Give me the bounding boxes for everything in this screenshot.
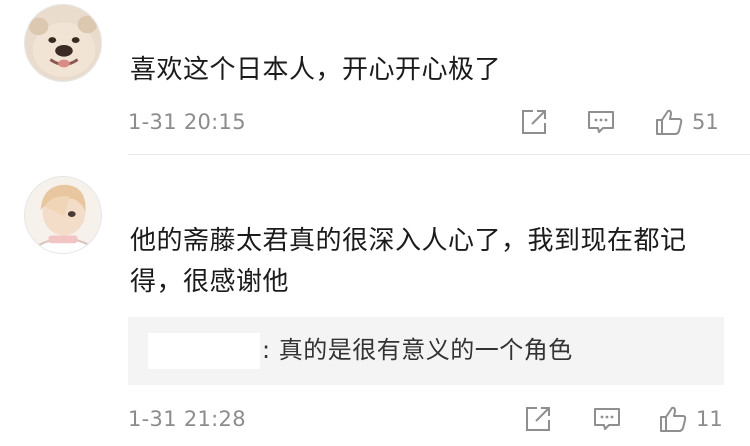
- reply-username-redacted: [148, 333, 260, 369]
- comment-text: 喜欢这个日本人，开心开心极了: [130, 55, 502, 85]
- comment-text: 他的斋藤太君真的很深入人心了，我到现在都记得，很感谢他: [130, 226, 687, 297]
- share-button[interactable]: [523, 402, 553, 436]
- reply-box[interactable]: : 真的是很有意义的一个角色: [128, 317, 724, 385]
- avatar[interactable]: [24, 4, 102, 82]
- comment-time: 1-31 20:15: [128, 110, 246, 134]
- comment-icon: [588, 111, 614, 133]
- comment-button[interactable]: [592, 402, 622, 436]
- thumbs-up-icon: [656, 109, 683, 135]
- comment-meta: 1-31 20:15 51: [128, 102, 750, 142]
- share-icon: [522, 110, 546, 134]
- avatar[interactable]: [24, 176, 102, 254]
- like-count: 51: [692, 110, 719, 134]
- share-icon: [526, 407, 550, 431]
- like-button[interactable]: 51: [654, 105, 719, 139]
- divider: [128, 154, 750, 155]
- comment-time: 1-31 21:28: [128, 407, 246, 431]
- comment-button[interactable]: [586, 105, 616, 139]
- anime-character-avatar-image: [25, 177, 101, 253]
- thumbs-up-icon: [660, 406, 687, 432]
- share-button[interactable]: [519, 105, 549, 139]
- bulldog-avatar-image: [25, 5, 101, 81]
- reply-text: : 真的是很有意义的一个角色: [262, 336, 573, 364]
- like-count: 11: [696, 407, 723, 431]
- comment-meta: 1-31 21:28 11: [128, 399, 750, 439]
- like-button[interactable]: 11: [658, 402, 723, 436]
- comment-icon: [594, 408, 620, 430]
